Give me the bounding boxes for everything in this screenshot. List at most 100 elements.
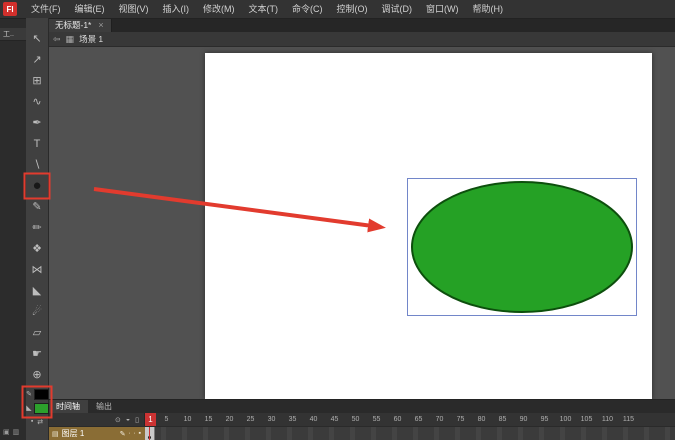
tool-oval[interactable]: ● bbox=[26, 175, 48, 196]
tools-panel-tab[interactable]: 工.. bbox=[0, 28, 26, 41]
default-colors-icon[interactable]: ▪ bbox=[31, 418, 33, 426]
frame-number: 50 bbox=[345, 416, 366, 423]
menu-item[interactable]: 窗口(W) bbox=[419, 0, 466, 18]
close-tab-icon[interactable]: × bbox=[98, 20, 103, 30]
eyedropper-icon: ☄ bbox=[32, 305, 42, 318]
tool-eyedropper[interactable]: ☄ bbox=[26, 301, 48, 322]
menu-item[interactable]: 插入(I) bbox=[156, 0, 197, 18]
ellipse-shape[interactable] bbox=[412, 182, 632, 312]
playhead[interactable]: 1 bbox=[145, 413, 156, 426]
menu-items: 文件(F)编辑(E)视图(V)插入(I)修改(M)文本(T)命令(C)控制(O)… bbox=[24, 0, 510, 18]
tool-deco[interactable]: ❖ bbox=[26, 238, 48, 259]
tool-brush[interactable]: ✏ bbox=[26, 217, 48, 238]
brush-icon: ✏ bbox=[32, 221, 41, 234]
layer-header[interactable]: ▤ 图层 1 ✎ ∙ ∙ ▪ bbox=[48, 427, 145, 440]
back-arrow-icon[interactable]: ⇦ bbox=[53, 34, 61, 45]
bone-icon: ⋈ bbox=[32, 263, 43, 276]
selection-box bbox=[407, 178, 637, 316]
tool-paint-bucket[interactable]: ◣ bbox=[26, 280, 48, 301]
timeline-tab[interactable]: 输出 bbox=[88, 400, 120, 413]
frame-number: 20 bbox=[219, 416, 240, 423]
layer-lock-dot[interactable]: ∙ bbox=[134, 430, 136, 437]
tool-text[interactable]: T bbox=[26, 133, 48, 154]
lasso-icon: ∿ bbox=[32, 95, 41, 108]
tool-lasso[interactable]: ∿ bbox=[26, 91, 48, 112]
panel-dock: 工.. ▣▥ bbox=[0, 18, 26, 440]
frame-number: 65 bbox=[408, 416, 429, 423]
tool-hand[interactable]: ☛ bbox=[26, 343, 48, 364]
menu-item[interactable]: 命令(C) bbox=[285, 0, 330, 18]
layer-name[interactable]: 图层 1 bbox=[62, 428, 117, 439]
pen-icon: ✒ bbox=[32, 116, 41, 129]
pasteboard[interactable] bbox=[48, 47, 675, 400]
frame-number: 110 bbox=[597, 416, 618, 423]
frame-number: 70 bbox=[429, 416, 450, 423]
stage-canvas[interactable] bbox=[205, 53, 652, 399]
frame-number: 100 bbox=[555, 416, 576, 423]
tools-panel-tab-label: 工.. bbox=[3, 29, 14, 39]
frame-number: 25 bbox=[240, 416, 261, 423]
pencil-icon: ✎ bbox=[32, 200, 41, 213]
tool-zoom[interactable]: ⊕ bbox=[26, 364, 48, 385]
lock-icon[interactable]: ◒ bbox=[126, 416, 130, 423]
pencil-icon: ✎ bbox=[120, 430, 126, 438]
tools-list: ↖ ↗ ⊞ ∿ ✒ T ∖ ● ✎ ✏ ❖ ⋈ bbox=[26, 28, 48, 385]
menu-item[interactable]: 调试(D) bbox=[375, 0, 420, 18]
stroke-color-row: ✎ bbox=[26, 388, 49, 400]
menu-item[interactable]: 文本(T) bbox=[242, 0, 286, 18]
flash-app-window: Fl 文件(F)编辑(E)视图(V)插入(I)修改(M)文本(T)命令(C)控制… bbox=[0, 0, 675, 440]
timeline-tab[interactable]: 时间轴 bbox=[48, 400, 88, 413]
tool-free-transform[interactable]: ⊞ bbox=[26, 70, 48, 91]
menu-item[interactable]: 视图(V) bbox=[112, 0, 156, 18]
frame-number: 55 bbox=[366, 416, 387, 423]
tool-pen[interactable]: ✒ bbox=[26, 112, 48, 133]
timeline-tab-bar: 时间轴输出 bbox=[48, 400, 675, 413]
frame-number: 35 bbox=[282, 416, 303, 423]
frame-number: 85 bbox=[492, 416, 513, 423]
keyframe-cell[interactable] bbox=[145, 427, 155, 440]
panel-dock-icon-a[interactable]: ▣ bbox=[3, 428, 10, 436]
layer-outline-square[interactable]: ▪ bbox=[139, 430, 141, 437]
fill-color-swatch[interactable] bbox=[34, 403, 49, 414]
menu-item[interactable]: 修改(M) bbox=[196, 0, 242, 18]
stroke-color-swatch[interactable] bbox=[34, 389, 49, 400]
tool-pencil[interactable]: ✎ bbox=[26, 196, 48, 217]
scene-icon: ▦ bbox=[66, 34, 75, 45]
frame-ruler[interactable]: 1 51015202530354045505560657075808590951… bbox=[145, 413, 675, 427]
menu-item[interactable]: 控制(O) bbox=[330, 0, 375, 18]
tool-line[interactable]: ∖ bbox=[26, 154, 48, 175]
menu-item[interactable]: 文件(F) bbox=[24, 0, 68, 18]
tools-panel: ↖ ↗ ⊞ ∿ ✒ T ∖ ● ✎ ✏ ❖ ⋈ bbox=[26, 18, 49, 440]
frame-number: 10 bbox=[177, 416, 198, 423]
menu-item[interactable]: 编辑(E) bbox=[68, 0, 112, 18]
ellipse-svg bbox=[408, 179, 636, 315]
app-logo: Fl bbox=[3, 2, 17, 16]
tool-selection[interactable]: ↖ bbox=[26, 28, 48, 49]
frame-number: 30 bbox=[261, 416, 282, 423]
oval-icon: ● bbox=[32, 177, 41, 194]
layer-row[interactable]: ▤ 图层 1 ✎ ∙ ∙ ▪ bbox=[48, 427, 675, 440]
outline-icon[interactable]: ▯ bbox=[135, 416, 139, 424]
paint-bucket-icon: ◣ bbox=[33, 284, 41, 297]
document-tab[interactable]: 无标题-1* × bbox=[48, 18, 112, 32]
dock-corner-icons: ▣▥ bbox=[3, 428, 19, 436]
panel-dock-icon-b[interactable]: ▥ bbox=[13, 428, 20, 436]
swap-colors-icon[interactable]: ⇄ bbox=[37, 418, 43, 426]
tool-eraser[interactable]: ▱ bbox=[26, 322, 48, 343]
menu-item[interactable]: 帮助(H) bbox=[466, 0, 511, 18]
frame-number: 115 bbox=[618, 416, 639, 423]
tool-subselection[interactable]: ↗ bbox=[26, 49, 48, 70]
eye-icon[interactable]: ⊙ bbox=[115, 416, 121, 424]
frames-grid[interactable] bbox=[145, 427, 675, 440]
frame-number: 45 bbox=[324, 416, 345, 423]
stroke-pencil-icon: ✎ bbox=[26, 390, 33, 398]
frame-number: 60 bbox=[387, 416, 408, 423]
playhead-line bbox=[149, 427, 150, 440]
layer-visibility-dot[interactable]: ∙ bbox=[129, 430, 131, 437]
frame-number: 5 bbox=[156, 416, 177, 423]
frame-number: 40 bbox=[303, 416, 324, 423]
layer-type-icon: ▤ bbox=[52, 430, 59, 438]
frame-number: 15 bbox=[198, 416, 219, 423]
tool-bone[interactable]: ⋈ bbox=[26, 259, 48, 280]
document-tab-bar: 无标题-1* × bbox=[48, 18, 675, 32]
